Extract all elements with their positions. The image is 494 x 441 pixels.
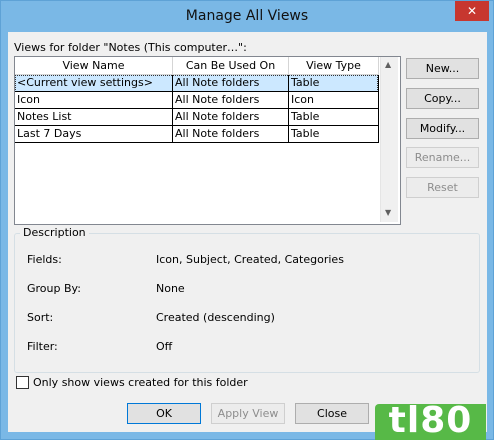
- watermark-text: tl80: [388, 400, 473, 441]
- column-header-view-name[interactable]: View Name: [15, 57, 173, 75]
- scroll-up-arrow-icon[interactable]: ▲: [385, 60, 391, 69]
- filter-label: Filter:: [27, 340, 58, 353]
- sort-label: Sort:: [27, 311, 54, 324]
- copy-view-button[interactable]: Copy...: [406, 88, 479, 109]
- view-type-cell: Table: [289, 126, 379, 143]
- dialog-title: Manage All Views: [185, 8, 309, 24]
- scroll-down-arrow-icon[interactable]: ▼: [385, 208, 391, 217]
- sort-value: Created (descending): [156, 311, 275, 324]
- fields-value: Icon, Subject, Created, Categories: [156, 253, 344, 266]
- close-window-button[interactable]: ✕: [455, 1, 489, 21]
- views-list-label: Views for folder "Notes (This computer…"…: [14, 41, 247, 54]
- column-header-view-type[interactable]: View Type: [289, 57, 379, 75]
- can-be-used-on-cell: All Note folders: [173, 92, 289, 109]
- watermark-logo: tl80: [375, 400, 486, 441]
- title-bar: Manage All Views ✕: [1, 1, 493, 32]
- close-button[interactable]: Close: [295, 403, 369, 424]
- views-list[interactable]: View Name Can Be Used On View Type <Curr…: [14, 56, 401, 225]
- view-type-cell: Table: [289, 75, 379, 92]
- view-row-icon[interactable]: Icon All Note folders Icon: [15, 92, 379, 109]
- view-type-cell: Icon: [289, 92, 379, 109]
- group-by-value: None: [156, 282, 185, 295]
- view-name-cell: Notes List: [15, 109, 173, 126]
- view-name-cell: Last 7 Days: [15, 126, 173, 143]
- new-view-button[interactable]: New...: [406, 58, 479, 79]
- only-show-views-label[interactable]: Only show views created for this folder: [33, 376, 248, 389]
- apply-view-button[interactable]: Apply View: [211, 403, 285, 424]
- group-by-label: Group By:: [27, 282, 81, 295]
- dialog-body: Views for folder "Notes (This computer…"…: [8, 32, 487, 432]
- view-row-last-7-days[interactable]: Last 7 Days All Note folders Table: [15, 126, 379, 143]
- view-row-notes-list[interactable]: Notes List All Note folders Table: [15, 109, 379, 126]
- view-row-current-settings[interactable]: <Current view settings> All Note folders…: [15, 75, 379, 92]
- manage-all-views-dialog: Manage All Views ✕ Views for folder "Not…: [0, 0, 494, 440]
- view-name-cell: <Current view settings>: [15, 75, 173, 92]
- only-show-views-checkbox[interactable]: [16, 376, 29, 389]
- view-name-cell: Icon: [15, 92, 173, 109]
- description-group: Description Fields: Icon, Subject, Creat…: [14, 226, 480, 373]
- can-be-used-on-cell: All Note folders: [173, 75, 289, 92]
- can-be-used-on-cell: All Note folders: [173, 126, 289, 143]
- description-group-title: Description: [20, 226, 89, 239]
- can-be-used-on-cell: All Note folders: [173, 109, 289, 126]
- modify-view-button[interactable]: Modify...: [406, 118, 479, 139]
- filter-value: Off: [156, 340, 173, 353]
- rename-view-button[interactable]: Rename...: [406, 147, 479, 168]
- column-header-can-be-used-on[interactable]: Can Be Used On: [173, 57, 289, 75]
- reset-view-button[interactable]: Reset: [406, 177, 479, 198]
- ok-button[interactable]: OK: [127, 403, 201, 424]
- fields-label: Fields:: [27, 253, 62, 266]
- list-vertical-scrollbar[interactable]: ▲ ▼: [380, 57, 398, 222]
- view-type-cell: Table: [289, 109, 379, 126]
